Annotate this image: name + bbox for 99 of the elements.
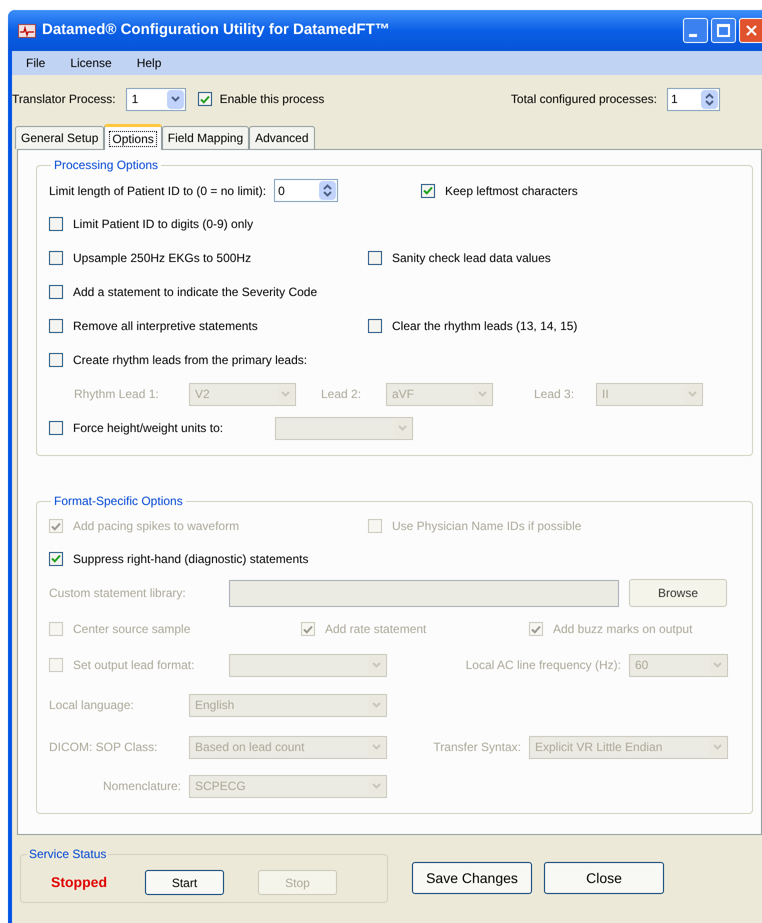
dropdown-value: aVF (391, 386, 414, 403)
dropdown-value: II (601, 386, 609, 403)
checkbox[interactable] (368, 251, 382, 265)
dropdown-value: English (194, 697, 234, 714)
checkbox[interactable] (49, 353, 63, 367)
chevron-down-icon (372, 744, 381, 750)
chevron-down-icon (713, 744, 722, 750)
checkbox[interactable] (198, 92, 212, 106)
chevron-down-icon (372, 662, 381, 668)
group-title: Service Status (28, 846, 108, 863)
up-down-arrows-icon (705, 92, 714, 106)
maximize-icon (717, 24, 730, 37)
field-label: Limit length of Patient ID to (0 = no limit): (49, 182, 266, 200)
checkbox-label: Add buzz marks on output (553, 621, 692, 638)
dropdown-arrow-button[interactable] (166, 90, 184, 108)
close-button[interactable] (739, 18, 762, 43)
spin-arrows-button[interactable] (701, 90, 718, 108)
chevron-down-icon (372, 702, 381, 708)
field-label: DICOM: SOP Class: (49, 739, 158, 756)
spin-field[interactable]: 1 (667, 88, 720, 110)
chevron-down-icon (281, 391, 290, 397)
check-mark-icon (200, 94, 210, 104)
field-label: Custom statement library: (49, 585, 187, 602)
checkbox-label: Add rate statement (325, 621, 426, 638)
tab[interactable]: Options (104, 124, 162, 150)
field-label: Nomenclature: (102, 778, 182, 795)
spin-value: 1 (670, 91, 678, 108)
field-label: Lead 3: (534, 386, 576, 403)
checkbox-label: Remove all interpretive statements (73, 318, 258, 335)
minimize-button[interactable] (683, 18, 708, 43)
field-label: Lead 2: (321, 386, 362, 403)
dropdown-value: SCPECG (194, 778, 246, 795)
checkbox-label: Create rhythm leads from the primary leads: (73, 352, 308, 369)
checkbox-label: Enable this process (220, 91, 324, 108)
tab[interactable]: Advanced (249, 126, 314, 149)
menu-item[interactable]: Help (136, 54, 162, 72)
close-icon (745, 24, 758, 37)
dropdown-value: 60 (634, 657, 648, 674)
checkbox-label: Limit Patient ID to digits (0-9) only (73, 216, 254, 233)
maximize-button[interactable] (711, 18, 736, 43)
tab[interactable]: General Setup (15, 126, 104, 149)
field-label: Translator Process: (12, 91, 116, 108)
status-text: Stopped (50, 873, 108, 892)
field-label: Total configured processes: (510, 91, 657, 108)
spin-arrows-button[interactable] (319, 181, 336, 200)
dropdown-field[interactable]: 1 (126, 88, 186, 110)
minimize-icon (689, 34, 697, 37)
checkbox[interactable] (49, 319, 63, 333)
field-label: Local language: (49, 697, 135, 714)
field-label: Local AC line frequency (Hz): (464, 657, 622, 674)
dropdown-value: Based on lead count (194, 739, 304, 756)
chevron-down-icon (170, 96, 180, 102)
field-label: Rhythm Lead 1: (74, 386, 160, 403)
checkbox-label: Center source sample (73, 621, 190, 638)
checkbox[interactable] (49, 552, 63, 566)
checkbox[interactable] (49, 285, 63, 299)
checkbox-label: Add pacing spikes to waveform (73, 518, 240, 535)
chevron-down-icon (688, 391, 697, 397)
checkbox-label: Set output lead format: (73, 657, 194, 674)
chevron-down-icon (372, 783, 381, 789)
chevron-down-icon (478, 391, 487, 397)
group-title: Format-Specific Options (53, 493, 184, 510)
checkbox-label: Force height/weight units to: (73, 420, 224, 437)
checkbox[interactable] (49, 421, 63, 435)
check-mark-icon (531, 624, 541, 634)
text-input-field[interactable] (229, 580, 619, 606)
chevron-down-icon (713, 662, 722, 668)
action-button[interactable]: Close (544, 862, 664, 894)
checkbox-label: Clear the rhythm leads (13, 14, 15) (392, 318, 578, 335)
chevron-down-icon (398, 425, 407, 431)
tab[interactable]: Field Mapping (162, 126, 250, 149)
checkbox-label: Suppress right-hand (diagnostic) statements (73, 550, 308, 568)
group-title: Processing Options (53, 157, 160, 174)
action-button[interactable]: Save Changes (412, 862, 532, 894)
checkbox[interactable] (49, 251, 63, 265)
field-label: Transfer Syntax: (432, 739, 522, 756)
checkbox-label: Sanity check lead data values (392, 250, 551, 267)
checkbox[interactable] (368, 319, 382, 333)
service-button[interactable]: Start (145, 870, 224, 895)
menu-item[interactable]: File (26, 54, 46, 72)
dropdown-value: 1 (130, 91, 138, 108)
menu-item[interactable]: License (70, 54, 112, 72)
checkbox[interactable] (421, 184, 435, 198)
checkbox-label: Add a statement to indicate the Severity Code (73, 284, 318, 301)
check-mark-icon (423, 186, 433, 195)
check-mark-icon (303, 624, 313, 634)
spin-value: 0 (277, 182, 285, 200)
checkbox-label: Use Physician Name IDs if possible (392, 518, 582, 535)
checkbox[interactable] (49, 217, 63, 231)
checkbox-label: Upsample 250Hz EKGs to 500Hz (73, 250, 252, 267)
spin-field[interactable]: 0 (274, 179, 338, 202)
dropdown-value: Explicit VR Little Endian (534, 739, 662, 756)
check-mark-icon (51, 554, 61, 563)
checkbox-label: Keep leftmost characters (445, 182, 578, 200)
check-mark-icon (51, 522, 61, 530)
up-down-arrows-icon (323, 184, 332, 197)
app-icon (18, 24, 36, 38)
window-title: Datamed® Configuration Utility for DatamedFT™ (42, 20, 390, 40)
dropdown-value: V2 (194, 386, 210, 403)
